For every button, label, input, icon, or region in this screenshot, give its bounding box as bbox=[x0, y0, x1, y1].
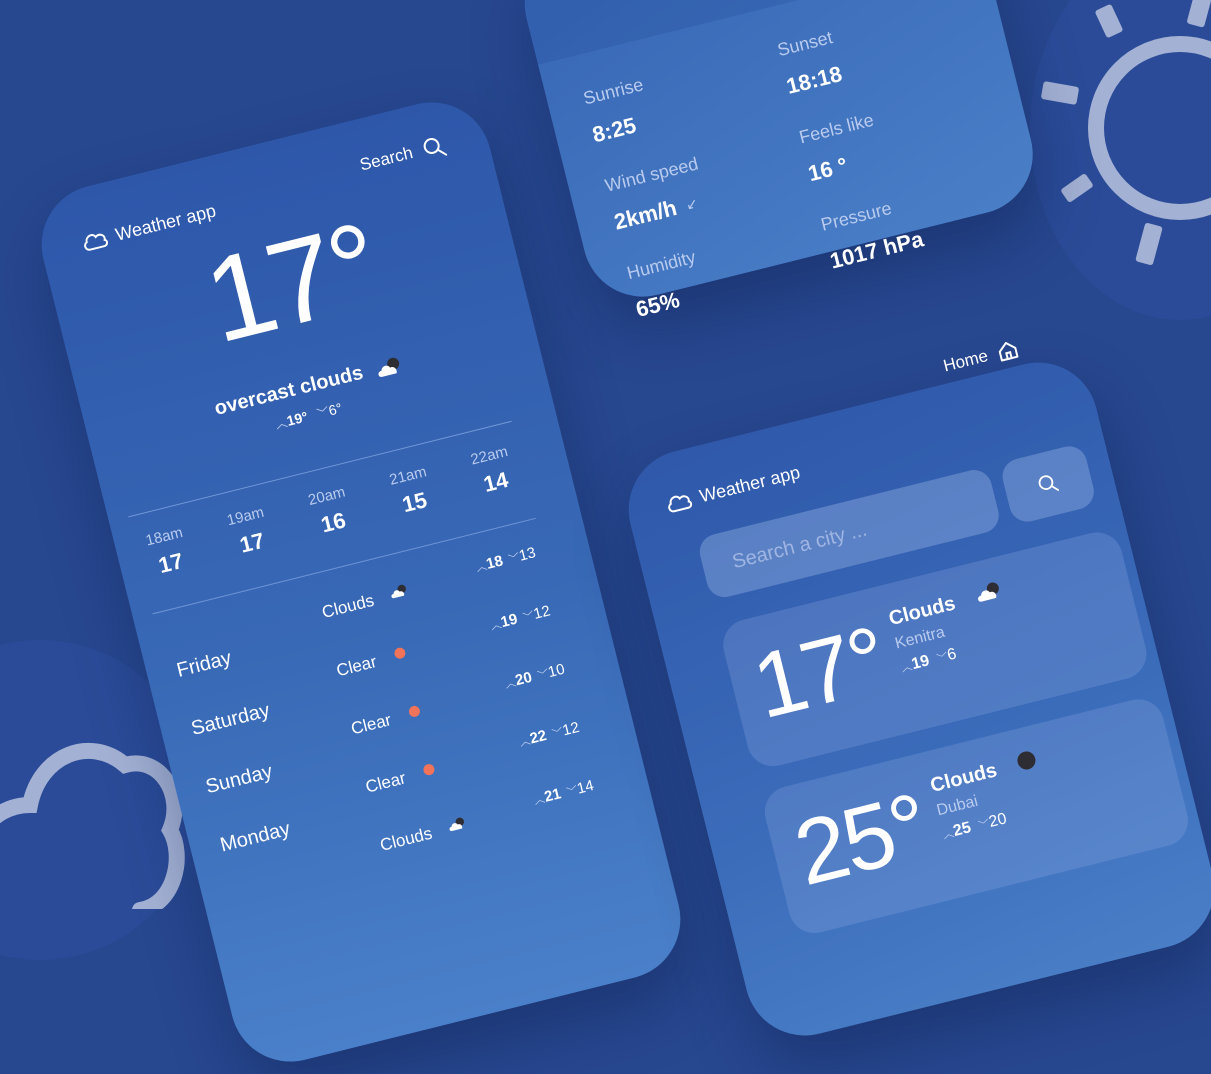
daily-condition: Clear bbox=[363, 768, 408, 797]
hourly-item: 18am 17 bbox=[133, 521, 203, 583]
wind-label: Wind speed bbox=[603, 153, 701, 196]
hourly-temp: 17 bbox=[237, 527, 267, 558]
moon-icon bbox=[1015, 749, 1038, 772]
daily-low: 13 bbox=[517, 544, 538, 565]
pressure-value: 1017 hPa bbox=[827, 226, 926, 274]
hourly-temp: 15 bbox=[399, 487, 430, 518]
wind-value: 2km/h bbox=[611, 194, 680, 235]
home-label: Home bbox=[941, 346, 990, 376]
search-placeholder: Search a city ... bbox=[730, 518, 870, 573]
city-condition: Clouds bbox=[928, 759, 1000, 798]
hourly-item: 19am 17 bbox=[214, 501, 284, 563]
search-link[interactable]: Search bbox=[357, 133, 448, 178]
sunrise-value: 8:25 bbox=[589, 112, 639, 148]
hourly-item: 22am 14 bbox=[458, 440, 528, 502]
city-name: Dubai bbox=[934, 792, 980, 820]
sunset-value: 18:18 bbox=[783, 61, 845, 99]
daily-high: 18 bbox=[484, 552, 505, 573]
sunset-label: Sunset bbox=[775, 27, 835, 61]
sunset-block: Sunset 18:18 bbox=[775, 27, 844, 100]
daily-low: 10 bbox=[546, 660, 567, 682]
daily-low: 14 bbox=[575, 777, 596, 798]
search-screen-card: Home Weather app Search a city ... 17° C… bbox=[616, 341, 1211, 1049]
feels-like-block: Feels like 16 ° bbox=[797, 110, 886, 188]
hourly-item: 21am 15 bbox=[377, 460, 447, 522]
daily-day: Monday bbox=[218, 817, 293, 857]
daily-condition: Clouds bbox=[378, 823, 435, 855]
cloud-icon bbox=[84, 233, 109, 251]
search-label: Search bbox=[357, 143, 415, 175]
daily-high: 20 bbox=[513, 668, 534, 690]
pressure-block: Pressure 1017 hPa bbox=[819, 192, 926, 274]
today-high: 19° bbox=[284, 408, 310, 429]
humidity-value: 65% bbox=[633, 287, 683, 322]
city-high: 19 bbox=[909, 652, 932, 674]
daily-high: 21 bbox=[542, 785, 563, 806]
hourly-temp: 14 bbox=[480, 466, 511, 498]
humidity-block: Humidity 65% bbox=[625, 247, 708, 323]
daily-high: 22 bbox=[528, 726, 549, 748]
wind-block: Wind speed 2km/h ↙ bbox=[603, 153, 710, 235]
city-low: 20 bbox=[987, 810, 1009, 832]
daily-day: Saturday bbox=[188, 699, 272, 741]
daily-day: Sunday bbox=[203, 760, 275, 799]
city-temperature: 17° bbox=[743, 607, 895, 739]
city-temperature: 25° bbox=[785, 774, 937, 906]
home-icon bbox=[999, 341, 1019, 362]
daily-low: 12 bbox=[531, 602, 553, 623]
sun-dot-icon bbox=[393, 646, 407, 660]
sunrise-label: Sunrise bbox=[581, 74, 646, 109]
cloud-sun-icon bbox=[978, 582, 999, 602]
daily-low: 12 bbox=[560, 718, 582, 740]
city-condition: Clouds bbox=[886, 592, 958, 631]
high-low-row: ︿19° ﹀6° bbox=[273, 399, 344, 432]
daily-high: 19 bbox=[499, 610, 520, 632]
current-temperature: 17° bbox=[192, 197, 390, 369]
cloud-decoration-icon bbox=[0, 742, 185, 909]
search-icon bbox=[423, 137, 448, 156]
cloud-sun-icon bbox=[391, 584, 406, 599]
brand-label: Weather app bbox=[697, 462, 803, 507]
today-low: 6° bbox=[326, 399, 344, 419]
cloud-sun-icon bbox=[449, 817, 464, 832]
sunrise-block: Sunrise 8:25 bbox=[581, 74, 655, 148]
daily-condition: Clear bbox=[349, 710, 394, 739]
daily-condition: Clouds bbox=[320, 590, 376, 622]
hourly-temp: 16 bbox=[318, 507, 349, 538]
home-link[interactable]: Home bbox=[941, 337, 1021, 377]
humidity-label: Humidity bbox=[624, 246, 698, 284]
cloud-icon bbox=[668, 495, 693, 513]
daily-day: Friday bbox=[174, 647, 234, 682]
hourly-temp: 17 bbox=[155, 547, 186, 579]
city-high: 25 bbox=[951, 819, 973, 840]
daily-condition: Clear bbox=[334, 651, 379, 681]
sun-dot-icon bbox=[422, 762, 436, 777]
feels-like-value: 16 ° bbox=[805, 152, 850, 187]
pressure-label: Pressure bbox=[818, 197, 894, 235]
feels-like-label: Feels like bbox=[797, 109, 876, 148]
daily-forecast: Friday Clouds ︿18 ﹀13 Saturday Clear ︿19 ﹀… bbox=[158, 541, 619, 929]
search-icon bbox=[1038, 475, 1060, 491]
details-card: Sunrise 8:25 Sunset 18:18 Wind speed 2km… bbox=[512, 0, 1046, 322]
search-button[interactable] bbox=[998, 442, 1098, 526]
sun-decoration-icon bbox=[1041, 0, 1211, 265]
wind-direction-icon: ↙ bbox=[684, 194, 700, 213]
sun-dot-icon bbox=[407, 704, 422, 719]
hourly-item: 20am 16 bbox=[296, 481, 366, 543]
cloud-sun-icon bbox=[378, 357, 400, 377]
